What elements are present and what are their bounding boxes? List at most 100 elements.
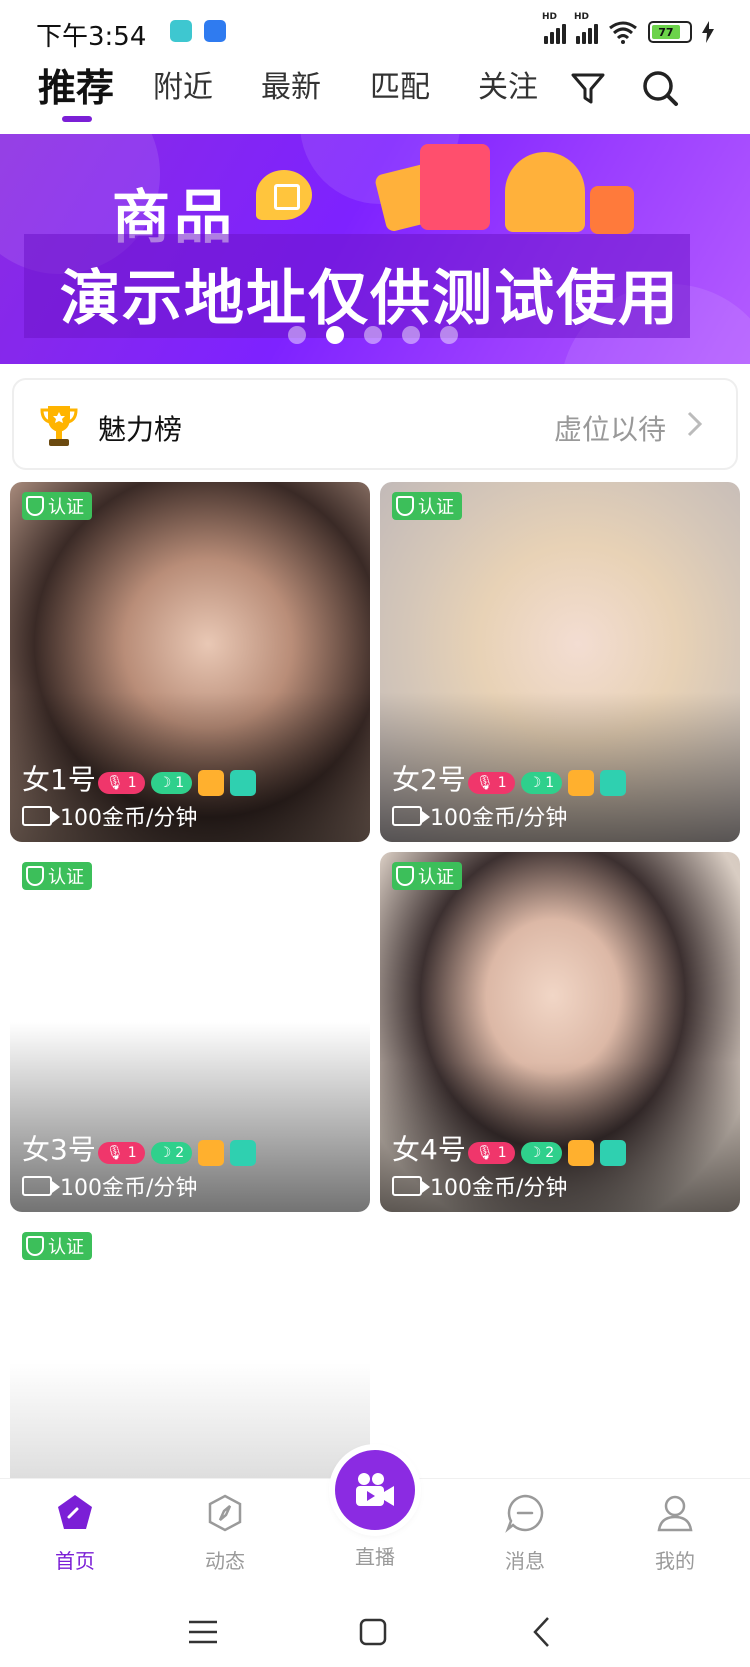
signal-icon-2: HD (574, 12, 598, 44)
voice-call-icon (600, 770, 627, 796)
user-card[interactable]: 认证 女4号 🎙 1 ☽ 2 100金币/分钟 (380, 852, 740, 1212)
user-card[interactable]: 认证 女2号 🎙 1 ☽ 1 100金币/分钟 (380, 482, 740, 842)
pagination-dot[interactable] (440, 326, 458, 344)
price-label: 100金币/分钟 (430, 806, 568, 831)
live-stream-button[interactable] (335, 1450, 415, 1530)
banner-pagination (288, 326, 458, 344)
verified-label: 认证 (418, 497, 454, 518)
tab-match[interactable]: 匹配 (370, 64, 430, 126)
user-card[interactable]: 认证 女3号 🎙 1 ☽ 2 100金币/分钟 (10, 852, 370, 1212)
user-photo-placeholder (10, 1222, 370, 1478)
menu-icon[interactable] (183, 1612, 223, 1652)
signal-hd-label: HD (542, 12, 558, 22)
top-nav: 推荐 附近 最新 匹配 关注 (0, 64, 750, 126)
moon-count-badge: ☽ 1 (520, 772, 563, 794)
shopper-figure-2 (505, 152, 585, 232)
verified-badge: 认证 (22, 1232, 92, 1260)
nav-moments-label: 动态 (205, 1549, 245, 1573)
notification-app-icon (204, 20, 226, 42)
user-name: 女4号 (392, 1133, 466, 1166)
chevron-right-icon (687, 411, 703, 437)
nav-home-label: 首页 (55, 1549, 95, 1573)
tab-latest[interactable]: 最新 (261, 64, 321, 126)
user-name: 女2号 (392, 763, 466, 796)
moon-count-badge: ☽ 2 (520, 1142, 563, 1164)
video-call-icon (568, 1140, 595, 1166)
shield-icon (26, 496, 44, 516)
tab-follow[interactable]: 关注 (478, 64, 538, 126)
moon-count-badge: ☽ 2 (150, 1142, 193, 1164)
video-call-icon (198, 770, 225, 796)
video-camera-icon (356, 1473, 394, 1506)
message-icon (505, 1494, 544, 1533)
voice-call-icon (600, 1140, 627, 1166)
status-time: 下午3:54 (36, 22, 147, 52)
compass-icon (208, 1494, 242, 1532)
battery-level: 77 (658, 25, 674, 39)
shopping-bag-illustration-2 (590, 186, 634, 234)
user-badges: 🎙 1 ☽ 2 (468, 1140, 627, 1166)
verified-label: 认证 (48, 867, 84, 888)
pagination-dot[interactable] (364, 326, 382, 344)
user-badges: 🎙 1 ☽ 2 (98, 1140, 257, 1166)
gift-icon (256, 170, 312, 220)
back-icon[interactable] (523, 1612, 563, 1652)
nav-profile[interactable]: 我的 (630, 1493, 720, 1589)
call-price: 100金币/分钟 (22, 800, 197, 832)
shield-icon (396, 866, 414, 886)
filter-icon[interactable] (568, 68, 608, 108)
system-nav-bar (0, 1596, 750, 1667)
shield-icon (26, 866, 44, 886)
shield-icon (26, 1236, 44, 1256)
verified-label: 认证 (48, 497, 84, 518)
video-camera-icon (392, 806, 430, 826)
verified-badge: 认证 (22, 862, 92, 890)
status-indicators: HD HD 77 (542, 12, 714, 46)
call-price: 100金币/分钟 (392, 800, 567, 832)
wifi-icon (609, 21, 637, 44)
status-bar: 下午3:54 HD HD 77 (0, 0, 750, 64)
voice-count-badge: 🎙 1 (468, 1142, 515, 1164)
verified-badge: 认证 (392, 862, 462, 890)
nav-home[interactable]: 首页 (30, 1493, 120, 1589)
pagination-dot[interactable] (288, 326, 306, 344)
nav-profile-label: 我的 (655, 1549, 695, 1573)
voice-call-icon (230, 770, 257, 796)
voice-call-icon (230, 1140, 257, 1166)
trophy-icon (40, 406, 78, 446)
nav-live-label: 直播 (355, 1545, 395, 1569)
voice-count-badge: 🎙 1 (98, 772, 145, 794)
price-label: 100金币/分钟 (430, 1176, 568, 1201)
video-camera-icon (22, 1176, 60, 1196)
battery-icon: 77 (648, 21, 692, 43)
charm-ranking-bar[interactable]: 魅力榜 虚位以待 (12, 378, 738, 470)
nav-messages-label: 消息 (505, 1549, 545, 1573)
price-label: 100金币/分钟 (60, 1176, 198, 1201)
voice-count-badge: 🎙 1 (98, 1142, 145, 1164)
location-app-icon (170, 20, 192, 42)
tab-nearby[interactable]: 附近 (153, 64, 213, 126)
video-camera-icon (22, 806, 60, 826)
video-call-icon (568, 770, 595, 796)
nav-messages[interactable]: 消息 (480, 1493, 570, 1589)
charm-list-label: 魅力榜 (98, 413, 183, 446)
active-tab-indicator (62, 116, 92, 122)
user-name: 女1号 (22, 763, 96, 796)
voice-count-badge: 🎙 1 (468, 772, 515, 794)
video-camera-icon (392, 1176, 430, 1196)
nav-moments[interactable]: 动态 (180, 1493, 270, 1589)
shopper-figure (420, 144, 490, 230)
verified-label: 认证 (48, 1237, 84, 1258)
charging-icon (702, 21, 714, 43)
pagination-dot[interactable] (402, 326, 420, 344)
user-card[interactable]: 认证 (10, 1222, 370, 1478)
banner-subtitle: 演示地址仅供测试使用 (60, 264, 680, 334)
user-card[interactable]: 认证 女1号 🎙 1 ☽ 1 100金币/分钟 (10, 482, 370, 842)
user-icon (657, 1495, 693, 1532)
shield-icon (396, 496, 414, 516)
home-button-icon[interactable] (353, 1612, 393, 1652)
search-icon[interactable] (640, 68, 680, 108)
pagination-dot-active[interactable] (326, 326, 344, 344)
charm-list-status: 虚位以待 (553, 413, 666, 446)
video-call-icon (198, 1140, 225, 1166)
